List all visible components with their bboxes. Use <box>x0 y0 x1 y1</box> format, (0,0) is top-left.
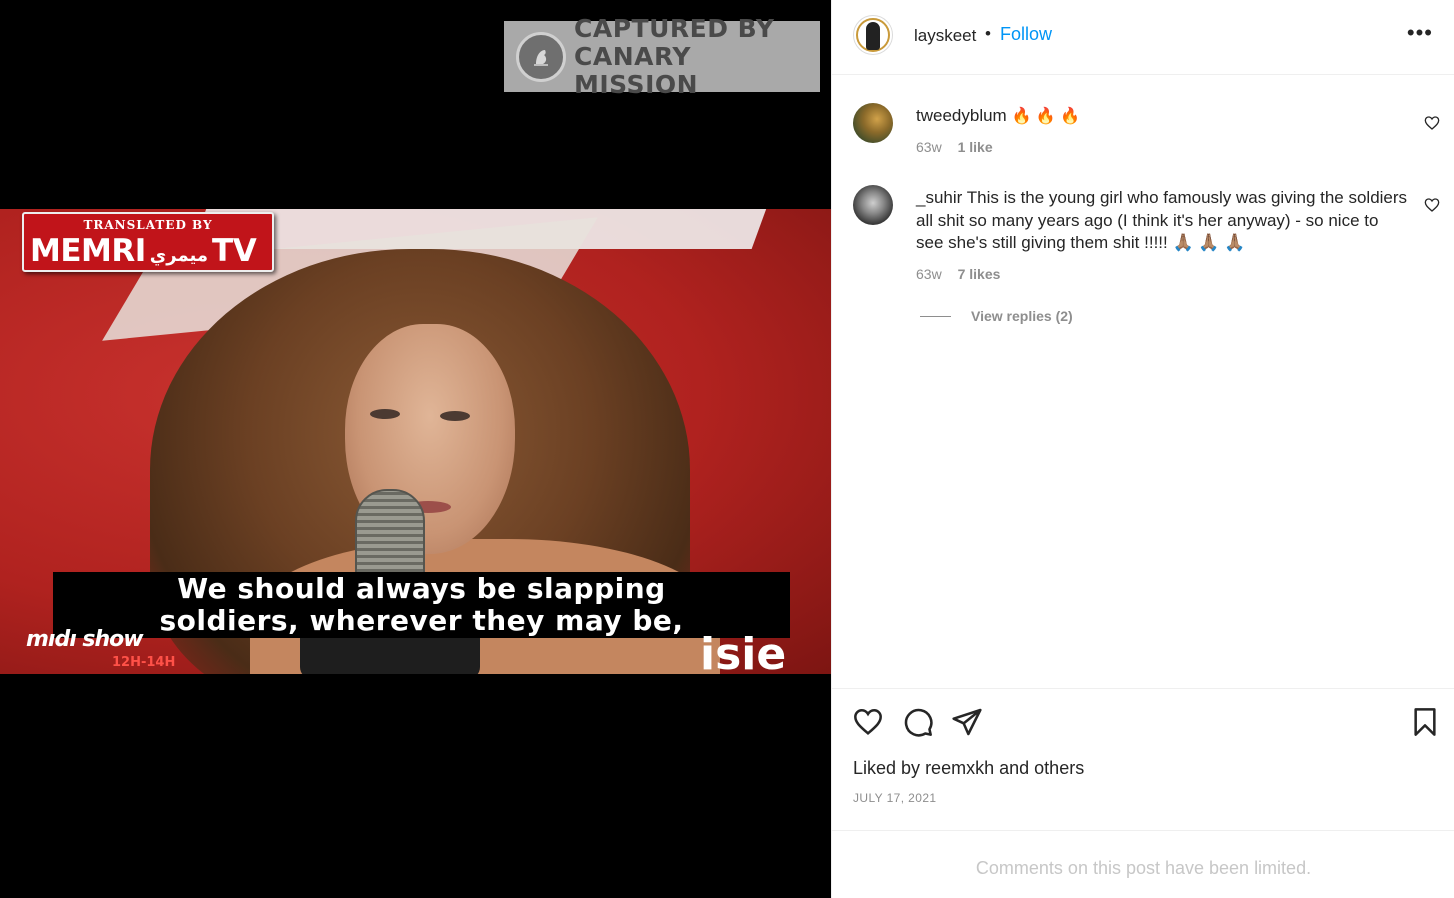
memri-tv-badge: TRANSLATED BY MEMRI ميمري TV <box>22 212 274 272</box>
watermark-line-2: CANARY MISSION <box>574 41 699 99</box>
video-subtitle: We should always be slapping soldiers, w… <box>53 572 790 638</box>
memri-badge-tv: TV <box>212 233 257 269</box>
comment-avatar-suhir[interactable] <box>853 185 893 225</box>
subtitle-line-2: soldiers, wherever they may be, <box>159 604 684 637</box>
post-date[interactable]: JULY 17, 2021 <box>853 791 936 805</box>
liked-by-user[interactable]: reemxkh <box>925 758 994 778</box>
comments-list: tweedyblum 🔥 🔥 🔥 63w 1 like _suhir This … <box>832 75 1454 688</box>
speaker-eye-left <box>370 409 400 419</box>
frame-text: isie <box>700 629 787 674</box>
replies-divider-line <box>920 315 951 317</box>
comment-like-heart-icon[interactable] <box>1424 115 1440 131</box>
comment-username[interactable]: tweedyblum <box>916 106 1007 125</box>
avatar-figure <box>866 22 880 50</box>
comment-likes[interactable]: 7 likes <box>958 266 1001 282</box>
more-options-icon[interactable]: ••• <box>1407 20 1433 46</box>
comment-body: _suhir This is the young girl who famous… <box>916 187 1408 255</box>
video-frame[interactable]: TRANSLATED BY MEMRI ميمري TV We should alw… <box>0 209 831 674</box>
separator-dot: • <box>985 24 991 43</box>
show-time: 12H-14H <box>112 655 176 670</box>
liked-by-summary: Liked by reemxkh and others <box>853 758 1084 779</box>
comment-body: tweedyblum 🔥 🔥 🔥 <box>916 105 1408 129</box>
comment-text: This is the young girl who famously was … <box>916 188 1408 252</box>
follow-button[interactable]: Follow <box>1000 24 1052 45</box>
comment-like-heart-icon[interactable] <box>1424 197 1440 213</box>
liked-by-and: and <box>999 758 1030 778</box>
owner-avatar[interactable] <box>853 15 893 55</box>
subtitle-line-1: We should always be slapping <box>177 572 666 605</box>
comment-meta: 63w 7 likes <box>916 266 1000 282</box>
comment-likes[interactable]: 1 like <box>958 139 993 155</box>
speaker-eye-right <box>440 411 470 421</box>
save-bookmark-icon[interactable] <box>1409 706 1441 738</box>
canary-mission-watermark: CAPTURED BY CANARY MISSION <box>504 14 820 98</box>
bird-seal-icon <box>516 31 566 82</box>
comment-text: 🔥 🔥 🔥 <box>1011 108 1081 125</box>
comment-bubble-icon[interactable] <box>902 706 934 738</box>
like-heart-icon[interactable] <box>852 706 884 738</box>
post-details-panel: layskeet • Follow ••• tweedyblum 🔥 🔥 🔥 6… <box>831 0 1454 898</box>
memri-badge-main: MEMRI <box>30 233 146 269</box>
view-replies-button[interactable]: View replies (2) <box>920 308 1073 324</box>
post-actions: Liked by reemxkh and others JULY 17, 202… <box>832 688 1454 831</box>
comments-limited-notice: Comments on this post have been limited. <box>975 858 1312 878</box>
share-paper-plane-icon[interactable] <box>951 706 983 738</box>
memri-badge-top: TRANSLATED BY <box>83 218 213 232</box>
view-replies-label: View replies (2) <box>971 308 1073 324</box>
post-media[interactable]: CAPTURED BY CANARY MISSION TRANSLATED BY… <box>0 0 831 898</box>
post-header: layskeet • Follow ••• <box>832 0 1454 75</box>
show-logo: mıdı show <box>26 627 144 652</box>
comment-username[interactable]: _suhir <box>916 188 962 207</box>
comment-age[interactable]: 63w <box>916 266 942 282</box>
liked-by-prefix: Liked by <box>853 758 921 778</box>
memri-badge-arabic: ميمري <box>149 245 209 266</box>
owner-username[interactable]: layskeet <box>914 26 976 46</box>
watermark-line-1: CAPTURED BY <box>574 13 775 43</box>
comment-meta: 63w 1 like <box>916 139 993 155</box>
comment-age[interactable]: 63w <box>916 139 942 155</box>
comment-avatar-tweedyblum[interactable] <box>853 103 893 143</box>
liked-by-others[interactable]: others <box>1034 758 1084 778</box>
